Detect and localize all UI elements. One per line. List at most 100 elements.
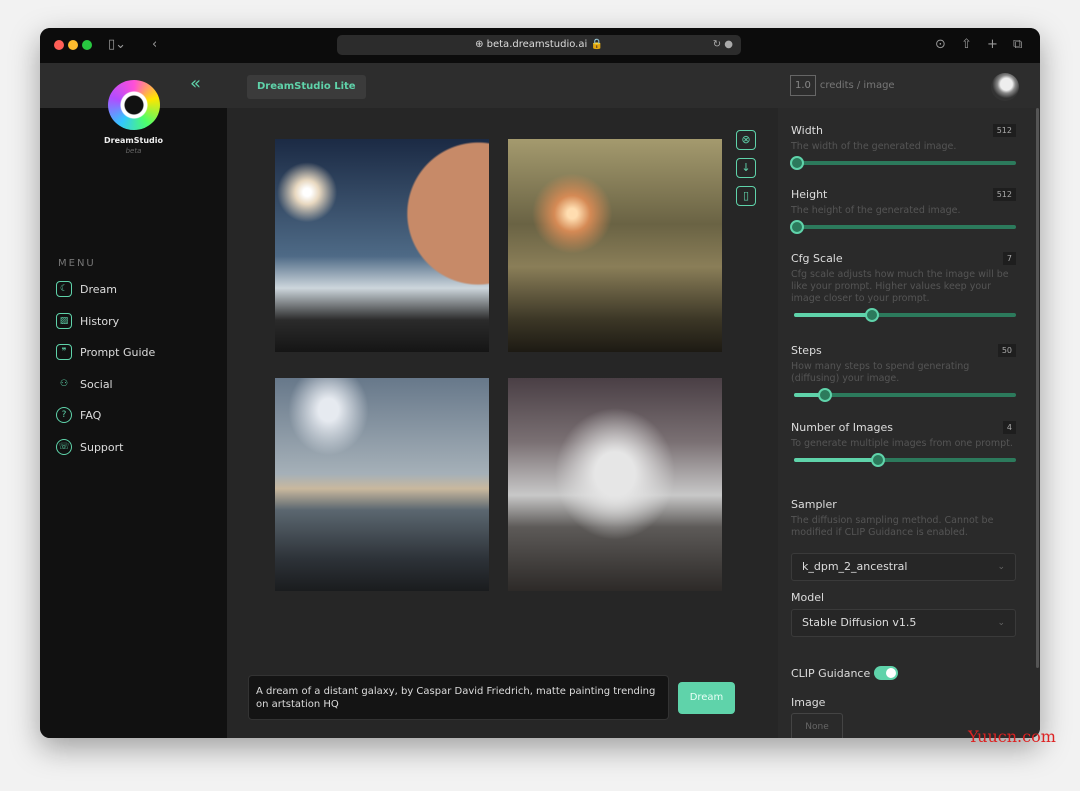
browser-window: ▯⌄ ‹ ⊕ beta.dreamstudio.ai 🔒 ↻ ● ⊙ ⇧ + ⧉ …: [40, 28, 1040, 738]
sidebar-item-prompt-guide[interactable]: ❞ Prompt Guide: [56, 344, 155, 360]
clear-images-icon[interactable]: ⊗: [736, 130, 756, 150]
menu-heading: MENU: [58, 258, 96, 269]
sidebar-item-label: History: [80, 314, 120, 328]
url-text: beta.dreamstudio.ai: [486, 39, 588, 50]
collapse-sidebar-icon[interactable]: «: [190, 73, 201, 94]
save-image-icon[interactable]: ▯: [736, 186, 756, 206]
sidebar-item-faq[interactable]: ? FAQ: [56, 407, 101, 423]
steps-setting: Steps 50 How many steps to spend generatin…: [791, 344, 1016, 402]
setting-label: Image: [791, 696, 826, 709]
slider-thumb[interactable]: [790, 156, 804, 170]
setting-description: The width of the generated image.: [791, 141, 957, 152]
users-icon: ⚇: [59, 379, 69, 389]
product-pill[interactable]: DreamStudio Lite: [247, 75, 366, 99]
sidebar-item-label: Prompt Guide: [80, 345, 156, 359]
download-icon[interactable]: ⊙: [935, 37, 946, 52]
slider-thumb[interactable]: [790, 220, 804, 234]
reload-icon[interactable]: ↻ ●: [713, 35, 733, 55]
setting-value: 50: [997, 344, 1016, 357]
setting-label: Number of Images: [791, 421, 893, 434]
setting-label: Width: [791, 124, 823, 137]
chevron-down-icon: ⌄: [997, 618, 1005, 628]
init-image-upload[interactable]: None: [791, 713, 843, 738]
sidebar-item-label: Social: [80, 377, 113, 391]
setting-description: To generate multiple images from one pro…: [791, 438, 1013, 449]
setting-label: Cfg Scale: [791, 252, 843, 265]
slider-thumb[interactable]: [817, 388, 832, 402]
avatar[interactable]: [991, 73, 1019, 101]
question-icon: ?: [56, 407, 72, 423]
settings-panel: Width 512 The width of the generated image…: [778, 108, 1040, 738]
setting-value: 512: [992, 188, 1016, 201]
steps-slider[interactable]: [791, 388, 1016, 402]
back-icon[interactable]: ‹: [152, 37, 157, 52]
width-setting: Width 512 The width of the generated image…: [790, 124, 1016, 170]
address-bar[interactable]: ⊕ beta.dreamstudio.ai 🔒 ↻ ●: [337, 35, 741, 55]
number-of-images-setting: Number of Images 4 To generate multiple im…: [791, 421, 1016, 467]
sidebar-item-dream[interactable]: ☾ Dream: [56, 281, 117, 297]
sidebar-item-history[interactable]: ▨ History: [56, 313, 119, 329]
settings-scrollbar[interactable]: [1036, 108, 1039, 668]
setting-label: CLIP Guidance: [791, 667, 871, 680]
sidebar-item-social[interactable]: ⚇ Social: [56, 376, 113, 392]
setting-description: The diffusion sampling method. Cannot be…: [791, 515, 994, 538]
dreamstudio-logo: [108, 80, 160, 130]
brand-name: DreamStudio: [104, 136, 163, 145]
close-window-button[interactable]: [54, 40, 64, 50]
select-value: Stable Diffusion v1.5: [802, 616, 917, 629]
credits-value: 1.0: [790, 75, 816, 96]
setting-description: The height of the generated image.: [791, 205, 961, 216]
image-setting: Image: [791, 696, 1016, 709]
moon-sparkle-icon: ☾: [56, 281, 72, 297]
minimize-window-button[interactable]: [68, 40, 78, 50]
download-images-icon[interactable]: ↓: [736, 158, 756, 178]
new-tab-icon[interactable]: +: [987, 37, 998, 52]
credits-display: 1.0 credits / image: [790, 75, 895, 96]
quote-bubble-icon: ❞: [56, 344, 72, 360]
dream-button[interactable]: Dream: [678, 682, 735, 714]
generated-image-1[interactable]: [275, 139, 489, 352]
sidebar-item-label: FAQ: [80, 408, 102, 422]
width-slider[interactable]: [790, 156, 1016, 170]
sidebar-toggle-icon[interactable]: ▯⌄: [108, 37, 126, 52]
sidebar-item-support[interactable]: ☏ Support: [56, 439, 123, 455]
image-gallery-icon: ▨: [56, 313, 72, 329]
generated-image-2[interactable]: [508, 139, 722, 352]
setting-value: 7: [1002, 252, 1016, 265]
cfg-scale-slider[interactable]: [791, 308, 1016, 322]
generated-image-3[interactable]: [275, 378, 489, 591]
sidebar: MENU ☾ Dream ▨ History ❞ Prompt Guide ⚇ Soci…: [40, 108, 227, 738]
setting-value: 512: [992, 124, 1016, 137]
select-value: k_dpm_2_ancestral: [802, 560, 908, 573]
slider-fill: [794, 458, 880, 462]
setting-label: Steps: [791, 344, 822, 357]
setting-label: Height: [791, 188, 828, 201]
generated-image-4[interactable]: [508, 378, 722, 591]
number-of-images-slider[interactable]: [791, 453, 1016, 467]
slider-thumb[interactable]: [864, 308, 879, 322]
slider-thumb[interactable]: [871, 453, 886, 467]
sampler-setting: Sampler The diffusion sampling method. Ca…: [791, 498, 1016, 539]
height-setting: Height 512 The height of the generated ima…: [790, 188, 1016, 234]
slider-track[interactable]: [794, 161, 1016, 165]
model-select[interactable]: Stable Diffusion v1.5 ⌄: [791, 609, 1016, 637]
tabs-overview-icon[interactable]: ⧉: [1013, 37, 1022, 52]
prompt-input[interactable]: A dream of a distant galaxy, by Caspar D…: [248, 675, 669, 720]
browser-titlebar: ▯⌄ ‹ ⊕ beta.dreamstudio.ai 🔒 ↻ ● ⊙ ⇧ + ⧉: [40, 28, 1040, 63]
clip-guidance-setting: CLIP Guidance: [791, 662, 1016, 681]
sampler-select[interactable]: k_dpm_2_ancestral ⌄: [791, 553, 1016, 581]
chevron-down-icon: ⌄: [997, 562, 1005, 572]
credits-label: credits / image: [819, 80, 895, 91]
share-icon[interactable]: ⇧: [961, 37, 972, 52]
cfg-scale-setting: Cfg Scale 7 Cfg scale adjusts how much the…: [791, 252, 1016, 322]
clip-guidance-toggle[interactable]: [874, 665, 899, 680]
slider-fill: [794, 313, 873, 317]
maximize-window-button[interactable]: [82, 40, 92, 50]
model-setting: Model: [791, 591, 1016, 604]
setting-value: 4: [1002, 421, 1016, 434]
setting-label: Model: [791, 591, 825, 604]
sidebar-item-label: Support: [80, 440, 124, 454]
slider-track[interactable]: [794, 225, 1016, 229]
height-slider[interactable]: [790, 220, 1016, 234]
sidebar-item-label: Dream: [80, 282, 117, 296]
